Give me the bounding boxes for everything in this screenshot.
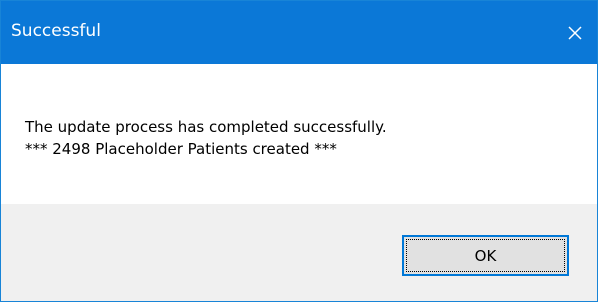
message-text: The update process has completed success… bbox=[25, 116, 387, 160]
success-dialog: Successful The update process has comple… bbox=[0, 0, 598, 302]
message-line-2: *** 2498 Placeholder Patients created **… bbox=[25, 140, 337, 158]
close-button[interactable] bbox=[552, 1, 597, 64]
button-bar: OK bbox=[1, 204, 597, 301]
ok-button-label: OK bbox=[474, 246, 497, 265]
message-area: The update process has completed success… bbox=[1, 64, 597, 204]
close-icon bbox=[567, 25, 582, 40]
ok-button[interactable]: OK bbox=[402, 235, 569, 276]
message-line-1: The update process has completed success… bbox=[25, 118, 387, 136]
window-title: Successful bbox=[11, 21, 101, 41]
title-bar: Successful bbox=[1, 1, 597, 64]
